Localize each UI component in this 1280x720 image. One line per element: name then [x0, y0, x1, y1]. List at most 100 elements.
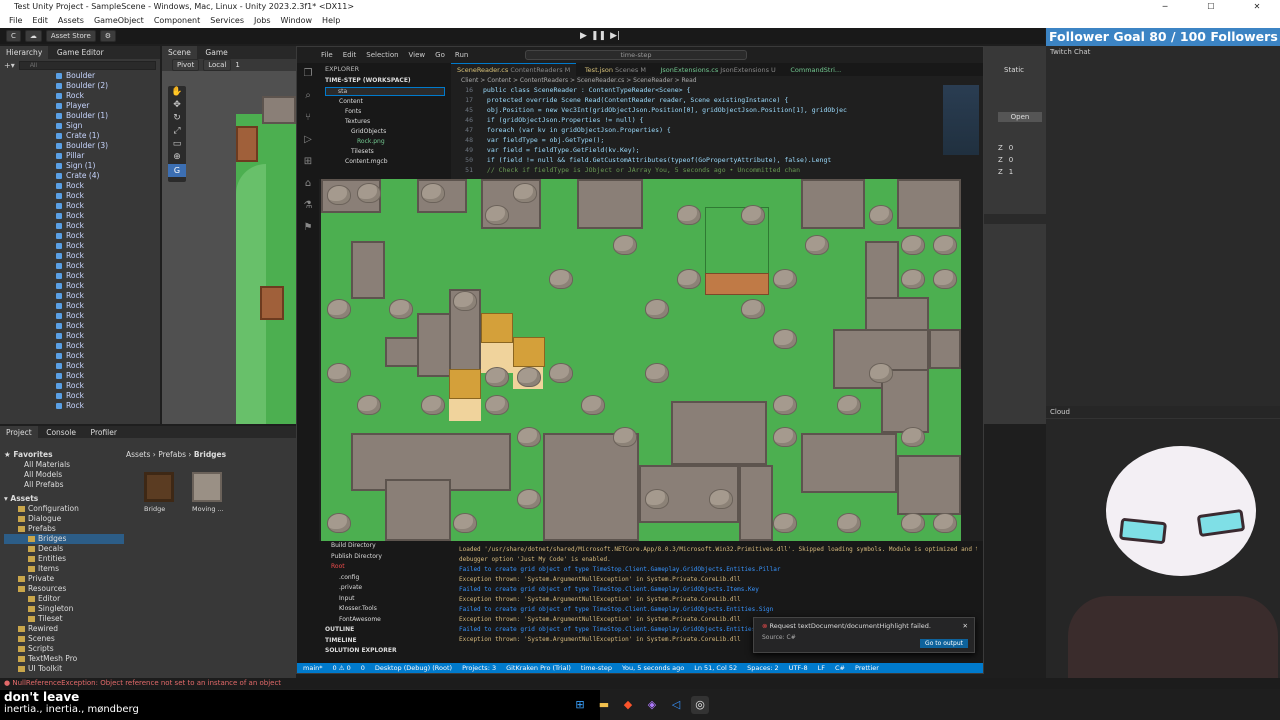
- favorite-item[interactable]: All Prefabs: [4, 480, 124, 490]
- folder-item[interactable]: Scenes: [4, 634, 124, 644]
- explorer-item[interactable]: Rock.png: [339, 137, 451, 147]
- move-tool-icon[interactable]: ✥: [168, 99, 186, 112]
- transform-field[interactable]: Z0: [998, 156, 1042, 168]
- hierarchy-item[interactable]: Rock: [0, 91, 160, 101]
- status-item[interactable]: main*: [303, 663, 323, 673]
- tab-console[interactable]: Console: [40, 426, 82, 439]
- unity-icon[interactable]: ◎: [691, 696, 709, 714]
- hierarchy-item[interactable]: Player: [0, 101, 160, 111]
- scale-tool-icon[interactable]: ⤢: [168, 125, 186, 138]
- tab-game-editor[interactable]: Game Editor: [51, 46, 110, 59]
- favorite-item[interactable]: All Models: [4, 470, 124, 480]
- vs-menu-file[interactable]: File: [321, 51, 333, 59]
- explorer-item[interactable]: Textures: [339, 117, 451, 127]
- windows-start-icon[interactable]: ⊞: [571, 696, 589, 714]
- hierarchy-item[interactable]: Rock: [0, 351, 160, 361]
- asset-moving[interactable]: Moving ...: [192, 472, 232, 518]
- maximize-icon[interactable]: ☐: [1188, 0, 1234, 14]
- rect-tool-icon[interactable]: ▭: [168, 138, 186, 151]
- explorer-item[interactable]: Content.mgcb: [339, 157, 451, 167]
- static-toggle[interactable]: Static: [1004, 66, 1024, 74]
- assets-header[interactable]: ▾ Assets: [4, 494, 124, 504]
- transform-tool-icon[interactable]: ⊕: [168, 151, 186, 164]
- favorites-header[interactable]: ★ Favorites: [4, 450, 124, 460]
- hierarchy-item[interactable]: Rock: [0, 271, 160, 281]
- menu-edit[interactable]: Edit: [27, 14, 53, 28]
- remote-icon[interactable]: ⌂: [297, 173, 319, 195]
- folder-item[interactable]: Rewired: [4, 624, 124, 634]
- vs-menu-run[interactable]: Run: [455, 51, 468, 59]
- settings-icon[interactable]: ⚙: [99, 30, 117, 42]
- status-item[interactable]: Projects: 3: [462, 663, 496, 673]
- testing-icon[interactable]: ⚗: [297, 195, 319, 217]
- tab-profiler[interactable]: Profiler: [85, 426, 123, 439]
- hierarchy-item[interactable]: Rock: [0, 231, 160, 241]
- explorer-filter-input[interactable]: sta: [325, 87, 445, 96]
- explorer-item[interactable]: Klosser.Tools: [319, 604, 451, 615]
- hierarchy-item[interactable]: Rock: [0, 291, 160, 301]
- console-error-bar[interactable]: ● NullReferenceException: Object referen…: [0, 678, 1280, 689]
- status-item[interactable]: GitKraken Pro (Trial): [506, 663, 571, 673]
- tab-hierarchy[interactable]: Hierarchy: [0, 46, 49, 59]
- status-item[interactable]: time-step: [581, 663, 612, 673]
- vscode-icon[interactable]: ◁: [667, 696, 685, 714]
- hierarchy-item[interactable]: Rock: [0, 181, 160, 191]
- menu-services[interactable]: Services: [205, 14, 249, 28]
- tab-scenereader[interactable]: SceneReader.cs ContentReaders M: [451, 63, 577, 76]
- explorer-item[interactable]: Tilesets: [339, 147, 451, 157]
- hierarchy-item[interactable]: Rock: [0, 401, 160, 411]
- asset-bridge[interactable]: Bridge: [144, 472, 178, 518]
- hierarchy-item[interactable]: Rock: [0, 321, 160, 331]
- pause-icon[interactable]: ❚❚: [591, 31, 606, 41]
- hierarchy-item[interactable]: Rock: [0, 361, 160, 371]
- hierarchy-item[interactable]: Rock: [0, 381, 160, 391]
- folder-item[interactable]: Singleton: [4, 604, 124, 614]
- close-icon[interactable]: ✕: [1234, 0, 1280, 14]
- folder-item[interactable]: Scripts: [4, 644, 124, 654]
- breadcrumb-bridges[interactable]: Bridges: [194, 450, 226, 459]
- close-icon[interactable]: ✕: [963, 622, 968, 630]
- rotate-tool-icon[interactable]: ↻: [168, 112, 186, 125]
- explorer-item[interactable]: SOLUTION EXPLORER: [319, 646, 451, 657]
- hierarchy-item[interactable]: Sign: [0, 121, 160, 131]
- status-item[interactable]: C#: [835, 663, 845, 673]
- vs-menu-go[interactable]: Go: [435, 51, 445, 59]
- extensions-icon[interactable]: ⊞: [297, 151, 319, 173]
- favorite-item[interactable]: All Materials: [4, 460, 124, 470]
- step-icon[interactable]: ▶|: [610, 31, 620, 41]
- hierarchy-item[interactable]: Rock: [0, 261, 160, 271]
- minimize-icon[interactable]: ─: [1142, 0, 1188, 14]
- hierarchy-item[interactable]: Rock: [0, 391, 160, 401]
- hierarchy-item[interactable]: Crate (4): [0, 171, 160, 181]
- hierarchy-item[interactable]: Boulder: [0, 71, 160, 81]
- scene-view[interactable]: Scene Game Pivot Local 1 ✋ ✥ ↻ ⤢ ▭ ⊕ G: [162, 46, 296, 424]
- hierarchy-search-input[interactable]: [18, 60, 156, 70]
- folder-item[interactable]: Dialogue: [4, 514, 124, 524]
- hierarchy-item[interactable]: Rock: [0, 241, 160, 251]
- hierarchy-item[interactable]: Crate (1): [0, 131, 160, 141]
- hierarchy-item[interactable]: Rock: [0, 201, 160, 211]
- tab-scene[interactable]: Scene: [162, 46, 197, 59]
- account-button[interactable]: C: [6, 30, 21, 42]
- explorer-item[interactable]: .config: [319, 573, 451, 584]
- folder-item[interactable]: Bridges: [4, 534, 124, 544]
- folder-item[interactable]: Decals: [4, 544, 124, 554]
- search-icon[interactable]: ⌕: [297, 85, 319, 107]
- asset-store-button[interactable]: Asset Store: [45, 30, 96, 42]
- explorer-item[interactable]: Build Directory: [319, 541, 451, 552]
- hierarchy-item[interactable]: Rock: [0, 221, 160, 231]
- explorer-item[interactable]: OUTLINE: [319, 625, 451, 636]
- hierarchy-item[interactable]: Rock: [0, 331, 160, 341]
- grid-tool-icon[interactable]: G: [168, 164, 186, 177]
- status-item[interactable]: LF: [818, 663, 825, 673]
- hierarchy-item[interactable]: Rock: [0, 301, 160, 311]
- status-item[interactable]: 0 ⚠ 0: [333, 663, 351, 673]
- explorer-item[interactable]: Input: [319, 594, 451, 605]
- menu-component[interactable]: Component: [149, 14, 205, 28]
- pivot-dropdown[interactable]: Pivot: [172, 59, 200, 71]
- menu-help[interactable]: Help: [317, 14, 345, 28]
- code-editor[interactable]: SceneReader.cs ContentReaders M Test.jso…: [451, 63, 983, 179]
- folder-item[interactable]: Items: [4, 564, 124, 574]
- game-controller-icon[interactable]: ◈: [643, 696, 661, 714]
- explorer-item[interactable]: .private: [319, 583, 451, 594]
